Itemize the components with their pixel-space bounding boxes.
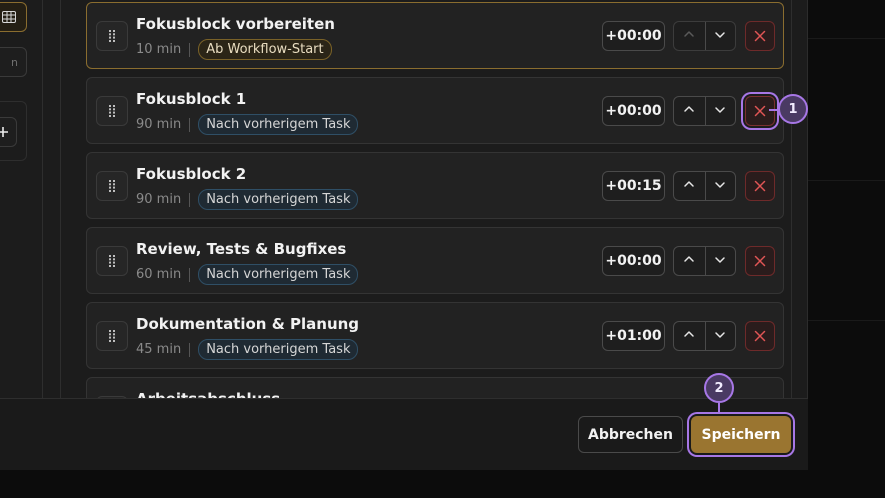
annotation-marker-1: 1 <box>778 94 808 124</box>
reorder-control <box>673 96 736 126</box>
task-relation-badge: Nach vorherigem Task <box>198 339 359 360</box>
chevron-up-icon <box>682 177 696 196</box>
delete-task-button[interactable] <box>745 171 775 201</box>
reorder-control <box>673 21 736 51</box>
drag-handle[interactable] <box>96 96 128 126</box>
add-button[interactable] <box>0 117 17 147</box>
move-down-button[interactable] <box>704 172 736 200</box>
meta-divider <box>189 192 191 207</box>
reorder-control <box>673 171 736 201</box>
chevron-down-icon <box>713 327 727 346</box>
task-duration: 60 min <box>136 267 182 282</box>
task-meta: 90 min Nach vorherigem Task <box>136 189 359 210</box>
task-title: Fokusblock 2 <box>136 165 247 183</box>
rail-text-button[interactable]: n <box>0 47 27 77</box>
move-down-button[interactable] <box>704 22 736 50</box>
move-up-button[interactable] <box>674 97 705 125</box>
dialog-footer <box>0 398 808 470</box>
task-duration: 90 min <box>136 117 182 132</box>
drag-handle[interactable] <box>96 246 128 276</box>
chevron-up-icon <box>682 252 696 271</box>
rail-text-button-label: n <box>11 55 18 69</box>
drag-handle-icon <box>109 330 115 342</box>
task-meta: 60 min Nach vorherigem Task <box>136 264 359 285</box>
task-relation-badge: Nach vorherigem Task <box>198 264 359 285</box>
move-down-button[interactable] <box>704 247 736 275</box>
plus-icon <box>0 122 9 143</box>
task-duration: 90 min <box>136 192 182 207</box>
task-meta: 90 min Nach vorherigem Task <box>136 114 359 135</box>
marker-2-connector <box>718 403 720 413</box>
close-icon <box>754 327 766 346</box>
drag-handle[interactable] <box>96 171 128 201</box>
cancel-button[interactable]: Abbrechen <box>578 416 683 453</box>
task-offset-button[interactable]: +00:00 <box>602 96 665 126</box>
close-icon <box>754 102 766 121</box>
chevron-up-icon <box>682 327 696 346</box>
drag-handle-icon <box>109 105 115 117</box>
task-row[interactable]: Dokumentation & Planung 45 min Nach vorh… <box>86 302 784 369</box>
task-meta: 10 min Ab Workflow-Start <box>136 39 332 60</box>
task-meta: 45 min Nach vorherigem Task <box>136 339 359 360</box>
task-relation-badge: Ab Workflow-Start <box>198 39 332 60</box>
delete-task-button[interactable] <box>745 96 775 126</box>
chevron-up-icon <box>682 27 696 46</box>
marker-1-connector <box>769 109 778 111</box>
grid-view-button[interactable] <box>0 2 27 32</box>
task-row[interactable]: Review, Tests & Bugfixes 60 min Nach vor… <box>86 227 784 294</box>
close-icon <box>754 177 766 196</box>
drag-handle-icon <box>109 180 115 192</box>
task-row[interactable]: Fokusblock 1 90 min Nach vorherigem Task… <box>86 77 784 144</box>
move-up-button[interactable] <box>674 172 705 200</box>
task-offset-button[interactable]: +00:00 <box>602 21 665 51</box>
left-rail: n <box>0 0 43 399</box>
annotation-marker-2: 2 <box>704 373 734 403</box>
grid-icon <box>2 8 16 27</box>
delete-task-button[interactable] <box>745 246 775 276</box>
task-relation-badge: Nach vorherigem Task <box>198 189 359 210</box>
drag-handle-icon <box>109 255 115 267</box>
reorder-control <box>673 321 736 351</box>
meta-divider <box>189 42 191 57</box>
drag-handle-icon <box>109 30 115 42</box>
task-row[interactable]: Fokusblock 2 90 min Nach vorherigem Task… <box>86 152 784 219</box>
task-offset-button[interactable]: +00:15 <box>602 171 665 201</box>
delete-task-button[interactable] <box>745 321 775 351</box>
task-title: Review, Tests & Bugfixes <box>136 240 347 258</box>
reorder-control <box>673 246 736 276</box>
meta-divider <box>189 267 191 282</box>
meta-divider <box>189 342 191 357</box>
task-title: Fokusblock vorbereiten <box>136 15 335 33</box>
save-button[interactable]: Speichern <box>691 416 791 453</box>
close-icon <box>754 252 766 271</box>
task-title: Fokusblock 1 <box>136 90 247 108</box>
chevron-down-icon <box>713 177 727 196</box>
task-title: Dokumentation & Planung <box>136 315 360 333</box>
task-offset-button[interactable]: +01:00 <box>602 321 665 351</box>
meta-divider <box>189 117 191 132</box>
move-down-button[interactable] <box>704 97 736 125</box>
task-duration: 10 min <box>136 42 182 57</box>
task-row[interactable]: Fokusblock vorbereiten 10 min Ab Workflo… <box>86 2 784 69</box>
delete-task-button[interactable] <box>745 21 775 51</box>
close-icon <box>754 27 766 46</box>
drag-handle[interactable] <box>96 321 128 351</box>
move-up-button[interactable] <box>674 247 705 275</box>
task-relation-badge: Nach vorherigem Task <box>198 114 359 135</box>
chevron-down-icon <box>713 27 727 46</box>
chevron-up-icon <box>682 102 696 121</box>
move-up-button[interactable] <box>674 322 705 350</box>
task-duration: 45 min <box>136 342 182 357</box>
task-offset-button[interactable]: +00:00 <box>602 246 665 276</box>
chevron-down-icon <box>713 102 727 121</box>
chevron-down-icon <box>713 252 727 271</box>
drag-handle[interactable] <box>96 21 128 51</box>
move-down-button[interactable] <box>704 322 736 350</box>
move-up-button[interactable] <box>674 22 705 50</box>
